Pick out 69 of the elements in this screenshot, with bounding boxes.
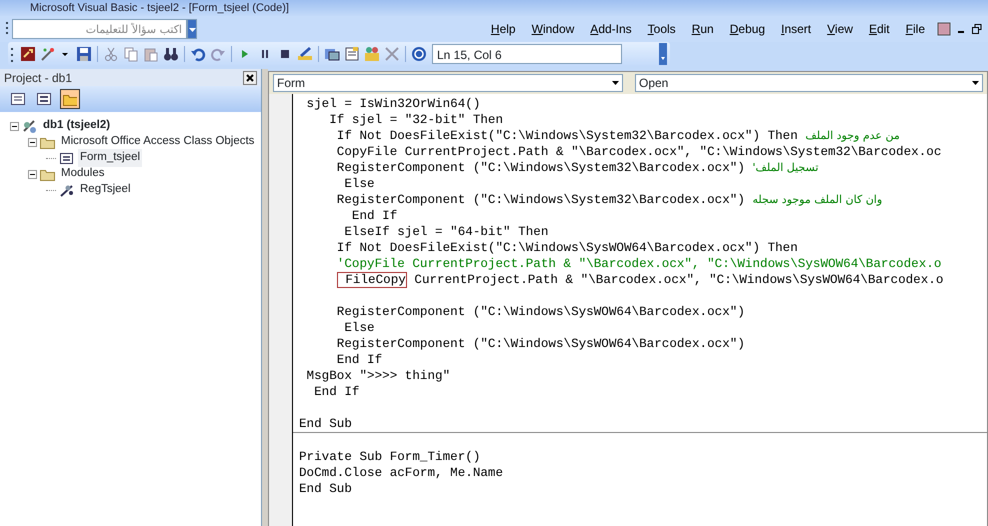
panel-title: Project - db1 <box>4 70 72 86</box>
close-button[interactable] <box>243 70 257 84</box>
menu-item[interactable]: Edit <box>868 18 890 40</box>
menu-item[interactable]: File <box>906 18 925 40</box>
tree-item[interactable]: Form_tsjeel <box>78 149 142 167</box>
code-line: ElseIf sjel = "64-bit" Then <box>343 224 550 240</box>
ruler-pencil-icon[interactable] <box>297 46 313 62</box>
list-icon <box>11 93 25 105</box>
code-line: End If <box>350 208 398 224</box>
menu-item[interactable]: Run <box>692 18 714 40</box>
undo-icon[interactable] <box>190 46 206 62</box>
tree-item[interactable]: db1 (tsjeel2) <box>41 117 112 135</box>
wand-icon[interactable] <box>40 46 56 62</box>
object-combo[interactable]: Form <box>273 74 623 92</box>
tree-item[interactable]: Microsoft Office Access Class Objects <box>59 133 256 151</box>
form-icon <box>59 150 75 166</box>
code-line: End If <box>336 352 384 368</box>
code-line: End If <box>313 384 360 400</box>
code-line: sjel = IsWin32OrWin64() <box>306 96 482 112</box>
code-line: RegisterComponent ("C:\Windows\SysWOW64\Barcodex.ocx") <box>336 336 746 352</box>
toggle-folders-button[interactable] <box>60 89 80 109</box>
code-line: RegisterComponent ("C:\Windows\SysWOW64\Barcodex.ocx") <box>336 304 746 320</box>
binoculars-icon[interactable] <box>163 46 179 62</box>
code-line: End Sub <box>298 481 353 497</box>
toolbar-options-icon[interactable] <box>659 43 667 65</box>
code-line: If Not DoesFileExist("C:\Windows\SysWOW64\Barcodex.ocx") Then <box>336 240 799 256</box>
menu-item[interactable]: View <box>827 18 853 40</box>
code-line: CopyFile CurrentProject.Path & "\Barcodex.ocx", "C:\Windows\System32\Barcodex.oc <box>336 144 942 160</box>
menu-item[interactable]: Add-Ins <box>590 18 632 40</box>
collapse-icon[interactable] <box>10 122 19 130</box>
caret-icon <box>972 81 979 85</box>
procedure-combo[interactable]: Open <box>635 74 983 92</box>
copy-icon[interactable] <box>123 46 139 62</box>
caret-icon <box>188 28 196 32</box>
position-field: Ln 15, Col 6 <box>432 44 622 64</box>
dropdown-button[interactable] <box>187 19 197 39</box>
code-line: FileCopy CurrentProject.Path & "\Barcodex.ocx", "C:\Windows\SysWOW64\Barcodex.o <box>299 272 987 288</box>
collapse-icon[interactable] <box>28 138 37 146</box>
properties-icon[interactable] <box>344 46 360 62</box>
close-icon <box>246 74 254 82</box>
window-title: Microsoft Visual Basic - tsjeel2 - [Form_tsjeel (Code)] <box>0 0 988 16</box>
folder-icon <box>63 92 77 106</box>
menu-item[interactable]: Debug <box>730 18 766 40</box>
menu-item[interactable]: Help <box>490 18 516 40</box>
grip-icon <box>6 21 9 37</box>
tree-item[interactable]: Modules <box>59 165 106 183</box>
document-icon <box>936 21 952 37</box>
code-line: DoCmd.Close acForm, Me.Name <box>298 465 504 481</box>
code-line: MsgBox ">>>> thing" <box>306 368 452 384</box>
menu-item[interactable]: Insert <box>781 18 812 40</box>
grip-icon <box>11 46 14 62</box>
save-icon[interactable] <box>76 46 92 62</box>
menu-item[interactable]: Window <box>532 18 574 40</box>
tree-item[interactable]: RegTsjeel <box>78 181 132 199</box>
code-line: Else <box>343 176 376 192</box>
collapse-icon[interactable] <box>28 170 37 178</box>
code-line: Private Sub Form_Timer() <box>298 449 482 465</box>
key-icon[interactable] <box>20 46 36 62</box>
code-line: Else <box>343 320 376 336</box>
objects-icon[interactable] <box>364 46 380 62</box>
code-line: End Sub <box>299 416 353 432</box>
code-line: 'CopyFile CurrentProject.Path & "\Barcodex.ocx", "C:\Windows\SysWOW64\Barcodex.o <box>336 256 942 272</box>
code-line: If sjel = "32-bit" Then <box>328 112 504 128</box>
help-icon[interactable] <box>411 46 427 62</box>
caret-icon <box>612 81 619 85</box>
menu-item[interactable]: Tools <box>648 18 676 40</box>
form-icon <box>37 93 51 105</box>
restore-icon[interactable] <box>972 24 982 34</box>
cut-icon[interactable] <box>103 46 119 62</box>
